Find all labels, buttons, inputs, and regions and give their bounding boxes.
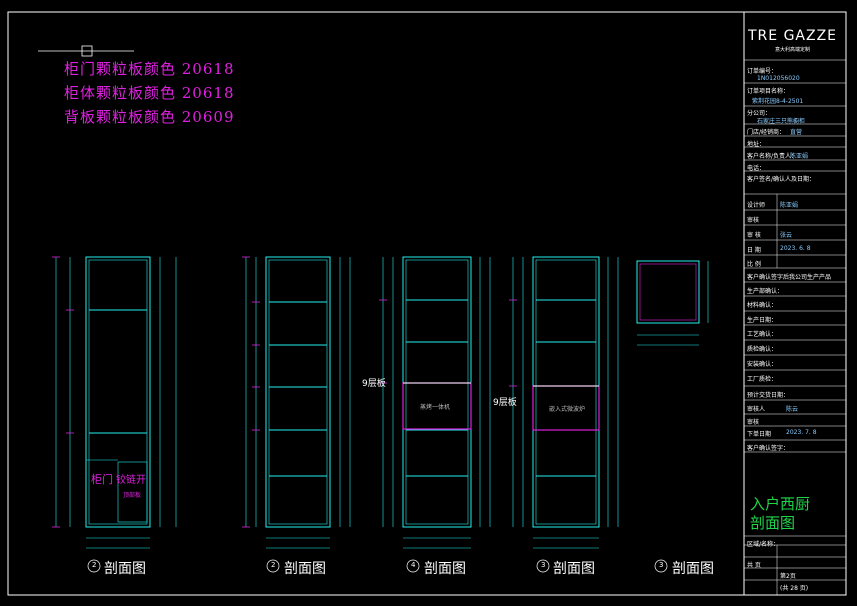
brand-logo: TRE GAZZE <box>748 28 838 44</box>
section-label-3: 剖面图 <box>424 561 466 577</box>
tb-row-17: 工艺确认： <box>747 331 778 338</box>
tb-footer-3: (共 28 页) <box>780 585 809 592</box>
tb-row-21: 预计交货日期： <box>747 392 790 399</box>
side-mark-b: 9层板 <box>493 398 517 408</box>
side-mark-a: 9层板 <box>362 379 386 389</box>
tb-row-19: 安装确认： <box>747 361 778 368</box>
section-badge-1: 2 <box>92 561 97 569</box>
tb-row-10: 审 核 <box>747 232 761 239</box>
tb-row-16: 生产日期： <box>747 317 778 324</box>
tb-row-15: 材料确认： <box>747 302 778 309</box>
note-door-color: 柜门颗粒板颜色 20618 <box>64 60 235 78</box>
unit-label-2: 嵌入式微波炉 <box>549 406 586 413</box>
tb-row-11: 日 期 <box>747 247 761 254</box>
section-label-5: 剖面图 <box>672 561 714 577</box>
drawing-title-1: 入户西厨 <box>750 495 811 513</box>
tb-reviewer: 陈云 <box>786 406 799 413</box>
section-label-1: 剖面图 <box>104 561 146 577</box>
tb-row-24: 下单日期 <box>747 431 772 438</box>
tb-branch: 石家庄三只熊橱柜 <box>757 118 806 125</box>
cabinet-section-2 <box>265 256 331 528</box>
tb-contact: 陈亚娟 <box>790 153 809 160</box>
unit-label-1: 蒸烤一体机 <box>420 404 451 411</box>
tb-row-1: 订单项目名称： <box>747 88 790 95</box>
small-note: 顶部板 <box>123 492 142 499</box>
section-label-2: 剖面图 <box>284 561 326 577</box>
drawing-title-2: 剖面图 <box>750 514 796 532</box>
section-badge-3: 4 <box>411 561 416 569</box>
note-body-color: 柜体颗粒板颜色 20618 <box>64 84 235 102</box>
tb-row-14: 生产部确认： <box>747 288 784 295</box>
brand-subtitle: 意大利高端定制 <box>775 47 811 53</box>
tb-date: 2023. 6. 8 <box>780 245 811 252</box>
tb-row-3: 门店/经销商： <box>747 129 786 136</box>
tb-footer-0: 区域/名称： <box>747 541 780 548</box>
hinge-note: 铰链开 <box>116 475 146 486</box>
tb-row-18: 质检确认： <box>747 346 778 353</box>
tb-footer-1: 共 页 <box>747 562 761 569</box>
cabinet-plan-view <box>636 260 700 324</box>
tb-row-7: 客户签名/确认人及日期： <box>747 176 816 183</box>
note-back-color: 背板颗粒板颜色 20609 <box>64 108 235 126</box>
tb-row-12: 比 例 <box>747 261 761 268</box>
tb-row-22: 审核人 <box>747 406 766 413</box>
section-badge-4: 3 <box>541 561 546 569</box>
tb-order-date: 2023. 7. 8 <box>786 429 817 436</box>
door-note: 柜门 <box>91 473 113 486</box>
cabinet-section-4 <box>532 256 600 528</box>
section-badge-5: 3 <box>659 561 664 569</box>
tb-row-25: 客户确认签字： <box>747 445 790 452</box>
tb-row-20: 工厂质检： <box>747 376 778 383</box>
tb-designer: 陈亚娟 <box>780 202 799 209</box>
tb-footer-2: 第2页 <box>780 573 796 580</box>
section-badge-2: 2 <box>271 561 276 569</box>
dimension-ticks <box>52 256 517 528</box>
tb-order-no: 1N012056020 <box>757 75 800 82</box>
tb-row-13: 客户确认签字后我公司生产产品 <box>747 274 832 281</box>
tb-row-9: 审核 <box>747 217 760 224</box>
dimension-lines <box>55 257 709 549</box>
tb-row-8: 设计师 <box>747 202 766 209</box>
cabinet-section-3 <box>402 256 472 528</box>
tb-row-4: 地址： <box>747 141 766 148</box>
tb-project: 紫荆花园8-4-2501 <box>752 98 804 105</box>
section-label-4: 剖面图 <box>553 561 595 577</box>
tb-row-23: 审核 <box>747 419 760 426</box>
tb-store: 直营 <box>790 129 803 136</box>
tb-row-0: 订单编号： <box>747 68 778 75</box>
tb-checker: 张云 <box>780 232 793 239</box>
tb-row-6: 电话： <box>747 165 766 172</box>
